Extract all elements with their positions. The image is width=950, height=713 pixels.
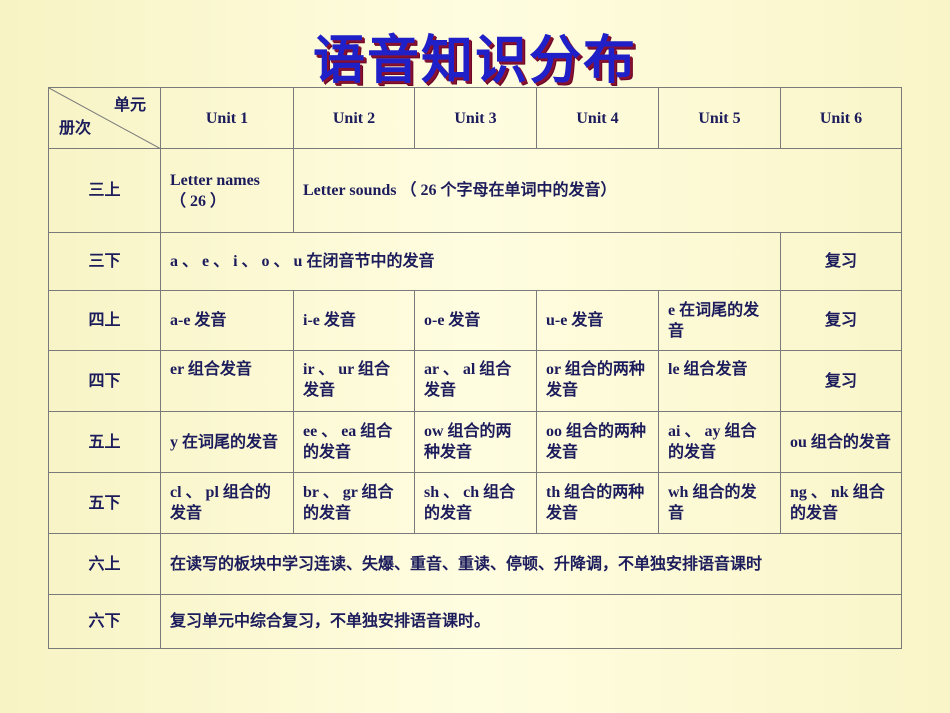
table-cell: 复习 bbox=[780, 290, 902, 351]
table-cell: e 在词尾的发音 bbox=[658, 290, 781, 351]
cell-line: Letter names bbox=[170, 171, 260, 189]
table-cell: oo 组合的两种发音 bbox=[536, 411, 659, 473]
table-row: 六下 复习单元中综合复习，不单独安排语音课时。 bbox=[48, 594, 902, 649]
table-cell: br 、 gr 组合的发音 bbox=[293, 472, 415, 534]
table-cell: y 在词尾的发音 bbox=[160, 411, 294, 473]
table-cell: o-e 发音 bbox=[414, 290, 537, 351]
table-cell: ir 、 ur 组合发音 bbox=[293, 350, 415, 412]
cell-line: （ 26 ） bbox=[170, 192, 227, 210]
row-label: 四下 bbox=[48, 350, 161, 412]
table-row: 五上 y 在词尾的发音 ee 、 ea 组合的发音 ow 组合的两种发音 oo … bbox=[48, 411, 902, 473]
row-label: 五下 bbox=[48, 472, 161, 534]
table-cell: ng 、 nk 组合的发音 bbox=[780, 472, 902, 534]
table-cell: or 组合的两种发音 bbox=[536, 350, 659, 412]
table-cell: 在读写的板块中学习连读、失爆、重音、重读、停顿、升降调，不单独安排语音课时 bbox=[160, 533, 902, 595]
row-label: 六上 bbox=[48, 533, 161, 595]
table-cell: i-e 发音 bbox=[293, 290, 415, 351]
table-cell: ou 组合的发音 bbox=[780, 411, 902, 473]
table-cell: cl 、 pl 组合的发音 bbox=[160, 472, 294, 534]
phonics-table: 单元 册次 Unit 1 Unit 2 Unit 3 Unit 4 Unit 5… bbox=[48, 87, 902, 649]
table-cell: ee 、 ea 组合的发音 bbox=[293, 411, 415, 473]
row-label: 三上 bbox=[48, 148, 161, 233]
page-title: 语音知识分布 bbox=[312, 31, 637, 91]
row-label: 六下 bbox=[48, 594, 161, 649]
table-cell: a 、 e 、 i 、 o 、 u 在闭音节中的发音 bbox=[160, 232, 781, 291]
table-cell: ow 组合的两种发音 bbox=[414, 411, 537, 473]
unit-header: Unit 5 bbox=[658, 87, 781, 149]
table-cell: 复习 bbox=[780, 350, 902, 412]
corner-unit-label: 单元 bbox=[113, 97, 146, 114]
table-cell: wh 组合的发音 bbox=[658, 472, 781, 534]
row-label: 三下 bbox=[48, 232, 161, 291]
table-cell: a-e 发音 bbox=[160, 290, 294, 351]
table-row: 五下 cl 、 pl 组合的发音 br 、 gr 组合的发音 sh 、 ch 组… bbox=[48, 472, 902, 534]
unit-header: Unit 6 bbox=[780, 87, 902, 149]
row-label: 五上 bbox=[48, 411, 161, 473]
table-cell: le 组合发音 bbox=[658, 350, 781, 412]
table-cell: 复习 bbox=[780, 232, 902, 291]
table-row: 四上 a-e 发音 i-e 发音 o-e 发音 u-e 发音 e 在词尾的发音 … bbox=[48, 290, 902, 351]
corner-cell: 单元 册次 bbox=[48, 87, 161, 149]
unit-header: Unit 2 bbox=[293, 87, 415, 149]
table-cell: u-e 发音 bbox=[536, 290, 659, 351]
row-label: 四上 bbox=[48, 290, 161, 351]
table-row: 四下 er 组合发音 ir 、 ur 组合发音 ar 、 al 组合发音 or … bbox=[48, 350, 902, 412]
header-row: 单元 册次 Unit 1 Unit 2 Unit 3 Unit 4 Unit 5… bbox=[48, 87, 902, 149]
table-cell: Letter sounds （ 26 个字母在单词中的发音） bbox=[293, 148, 902, 233]
table-cell: sh 、 ch 组合的发音 bbox=[414, 472, 537, 534]
table-cell: er 组合发音 bbox=[160, 350, 294, 412]
table-cell: 复习单元中综合复习，不单独安排语音课时。 bbox=[160, 594, 902, 649]
table-cell: ar 、 al 组合发音 bbox=[414, 350, 537, 412]
unit-header: Unit 3 bbox=[414, 87, 537, 149]
unit-header: Unit 1 bbox=[160, 87, 294, 149]
table-row: 三下 a 、 e 、 i 、 o 、 u 在闭音节中的发音 复习 bbox=[48, 232, 902, 291]
table-cell: Letter names （ 26 ） bbox=[160, 148, 294, 233]
table-cell: ai 、 ay 组合的发音 bbox=[658, 411, 781, 473]
table-row: 六上 在读写的板块中学习连读、失爆、重音、重读、停顿、升降调，不单独安排语音课时 bbox=[48, 533, 902, 595]
unit-header: Unit 4 bbox=[536, 87, 659, 149]
corner-volume-label: 册次 bbox=[59, 120, 92, 137]
table-cell: th 组合的两种发音 bbox=[536, 472, 659, 534]
table-row: 三上 Letter names （ 26 ） Letter sounds （ 26… bbox=[48, 148, 902, 233]
